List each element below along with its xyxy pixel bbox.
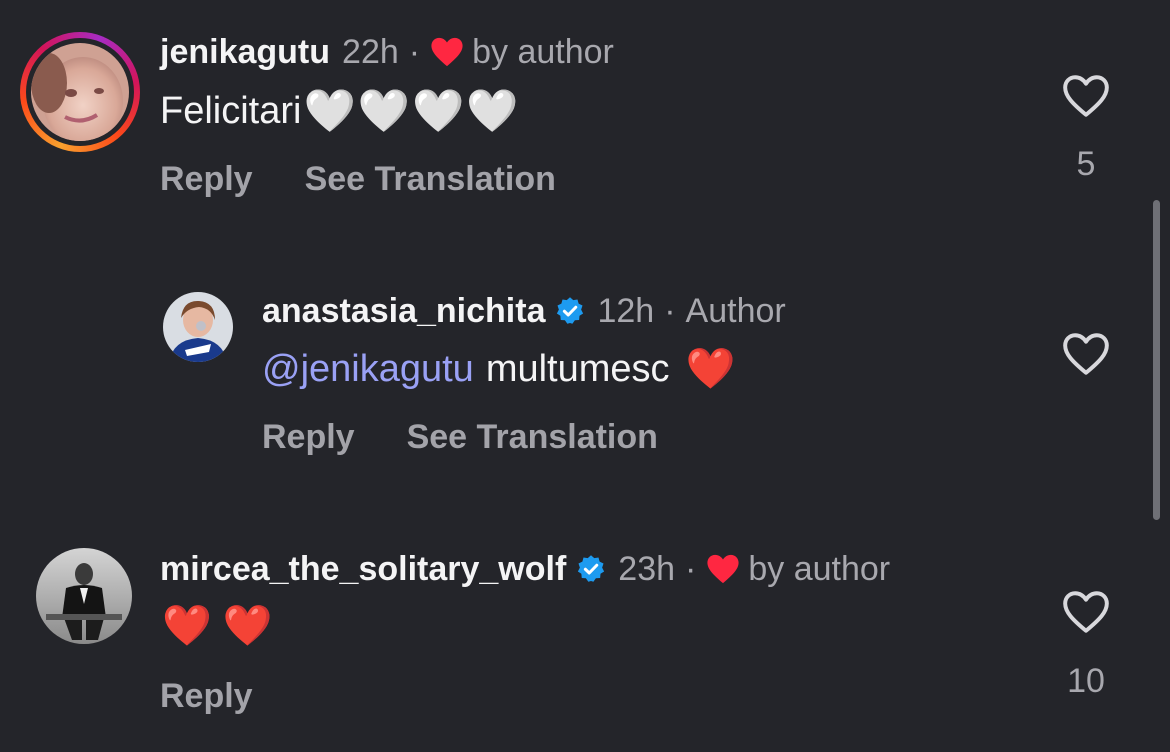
comment-meta: jenikagutu 22h · by author [160, 32, 614, 72]
timestamp: 22h [342, 33, 399, 71]
heart-outline-icon[interactable] [1061, 589, 1111, 635]
comment-meta: anastasia_nichita 12h · Author [262, 291, 786, 331]
heart-filled-icon [707, 554, 739, 584]
separator: · [685, 550, 697, 588]
username[interactable]: anastasia_nichita [262, 291, 545, 331]
heart-filled-icon [431, 37, 463, 67]
comment-actions: Reply [160, 677, 253, 716]
comment-text-content: Felicitari [160, 90, 302, 132]
comment-meta: mircea_the_solitary_wolf 23h · by author [160, 549, 890, 589]
emoji-white-hearts: 🤍🤍🤍🤍 [303, 87, 521, 134]
avatar[interactable] [31, 43, 129, 141]
heart-outline-icon[interactable] [1061, 331, 1111, 377]
like-count: 5 [1076, 145, 1096, 183]
reply-button[interactable]: Reply [160, 677, 253, 716]
liked-by-author-label: by author [748, 550, 891, 588]
reply-button[interactable]: Reply [160, 160, 253, 199]
username[interactable]: mircea_the_solitary_wolf [160, 549, 566, 589]
timestamp: 12h [597, 292, 655, 330]
avatar[interactable] [163, 292, 233, 362]
mention-link[interactable]: @jenikagutu [262, 346, 474, 392]
timestamp: 23h [618, 550, 676, 588]
separator: · [664, 292, 676, 330]
comment-text: ❤️ ❤️ [160, 603, 273, 649]
comment-text: Felicitari 🤍🤍🤍🤍 [160, 88, 521, 134]
separator: · [408, 33, 421, 71]
see-translation-button[interactable]: See Translation [305, 160, 556, 199]
see-translation-button[interactable]: See Translation [407, 418, 658, 457]
comment-text-content: multumesc [485, 348, 670, 390]
reply-button[interactable]: Reply [262, 418, 355, 457]
username[interactable]: jenikagutu [160, 32, 330, 72]
comment-actions: Reply See Translation [160, 160, 556, 199]
emoji-red-hearts: ❤️ ❤️ [162, 604, 273, 648]
comment-actions: Reply See Translation [262, 418, 658, 457]
scrollbar[interactable] [1153, 200, 1160, 520]
like-count: 10 [1067, 662, 1105, 700]
liked-by-author-label: by author [472, 33, 614, 71]
verified-badge-icon [557, 297, 584, 324]
avatar[interactable] [36, 548, 132, 644]
author-tag: Author [685, 292, 786, 330]
comment-text: @jenikagutu multumesc ❤️ [262, 346, 735, 392]
verified-badge-icon [578, 555, 605, 582]
avatar-story-ring[interactable] [20, 32, 140, 152]
heart-outline-icon[interactable] [1061, 73, 1111, 119]
emoji-red-heart: ❤️ [685, 347, 736, 391]
